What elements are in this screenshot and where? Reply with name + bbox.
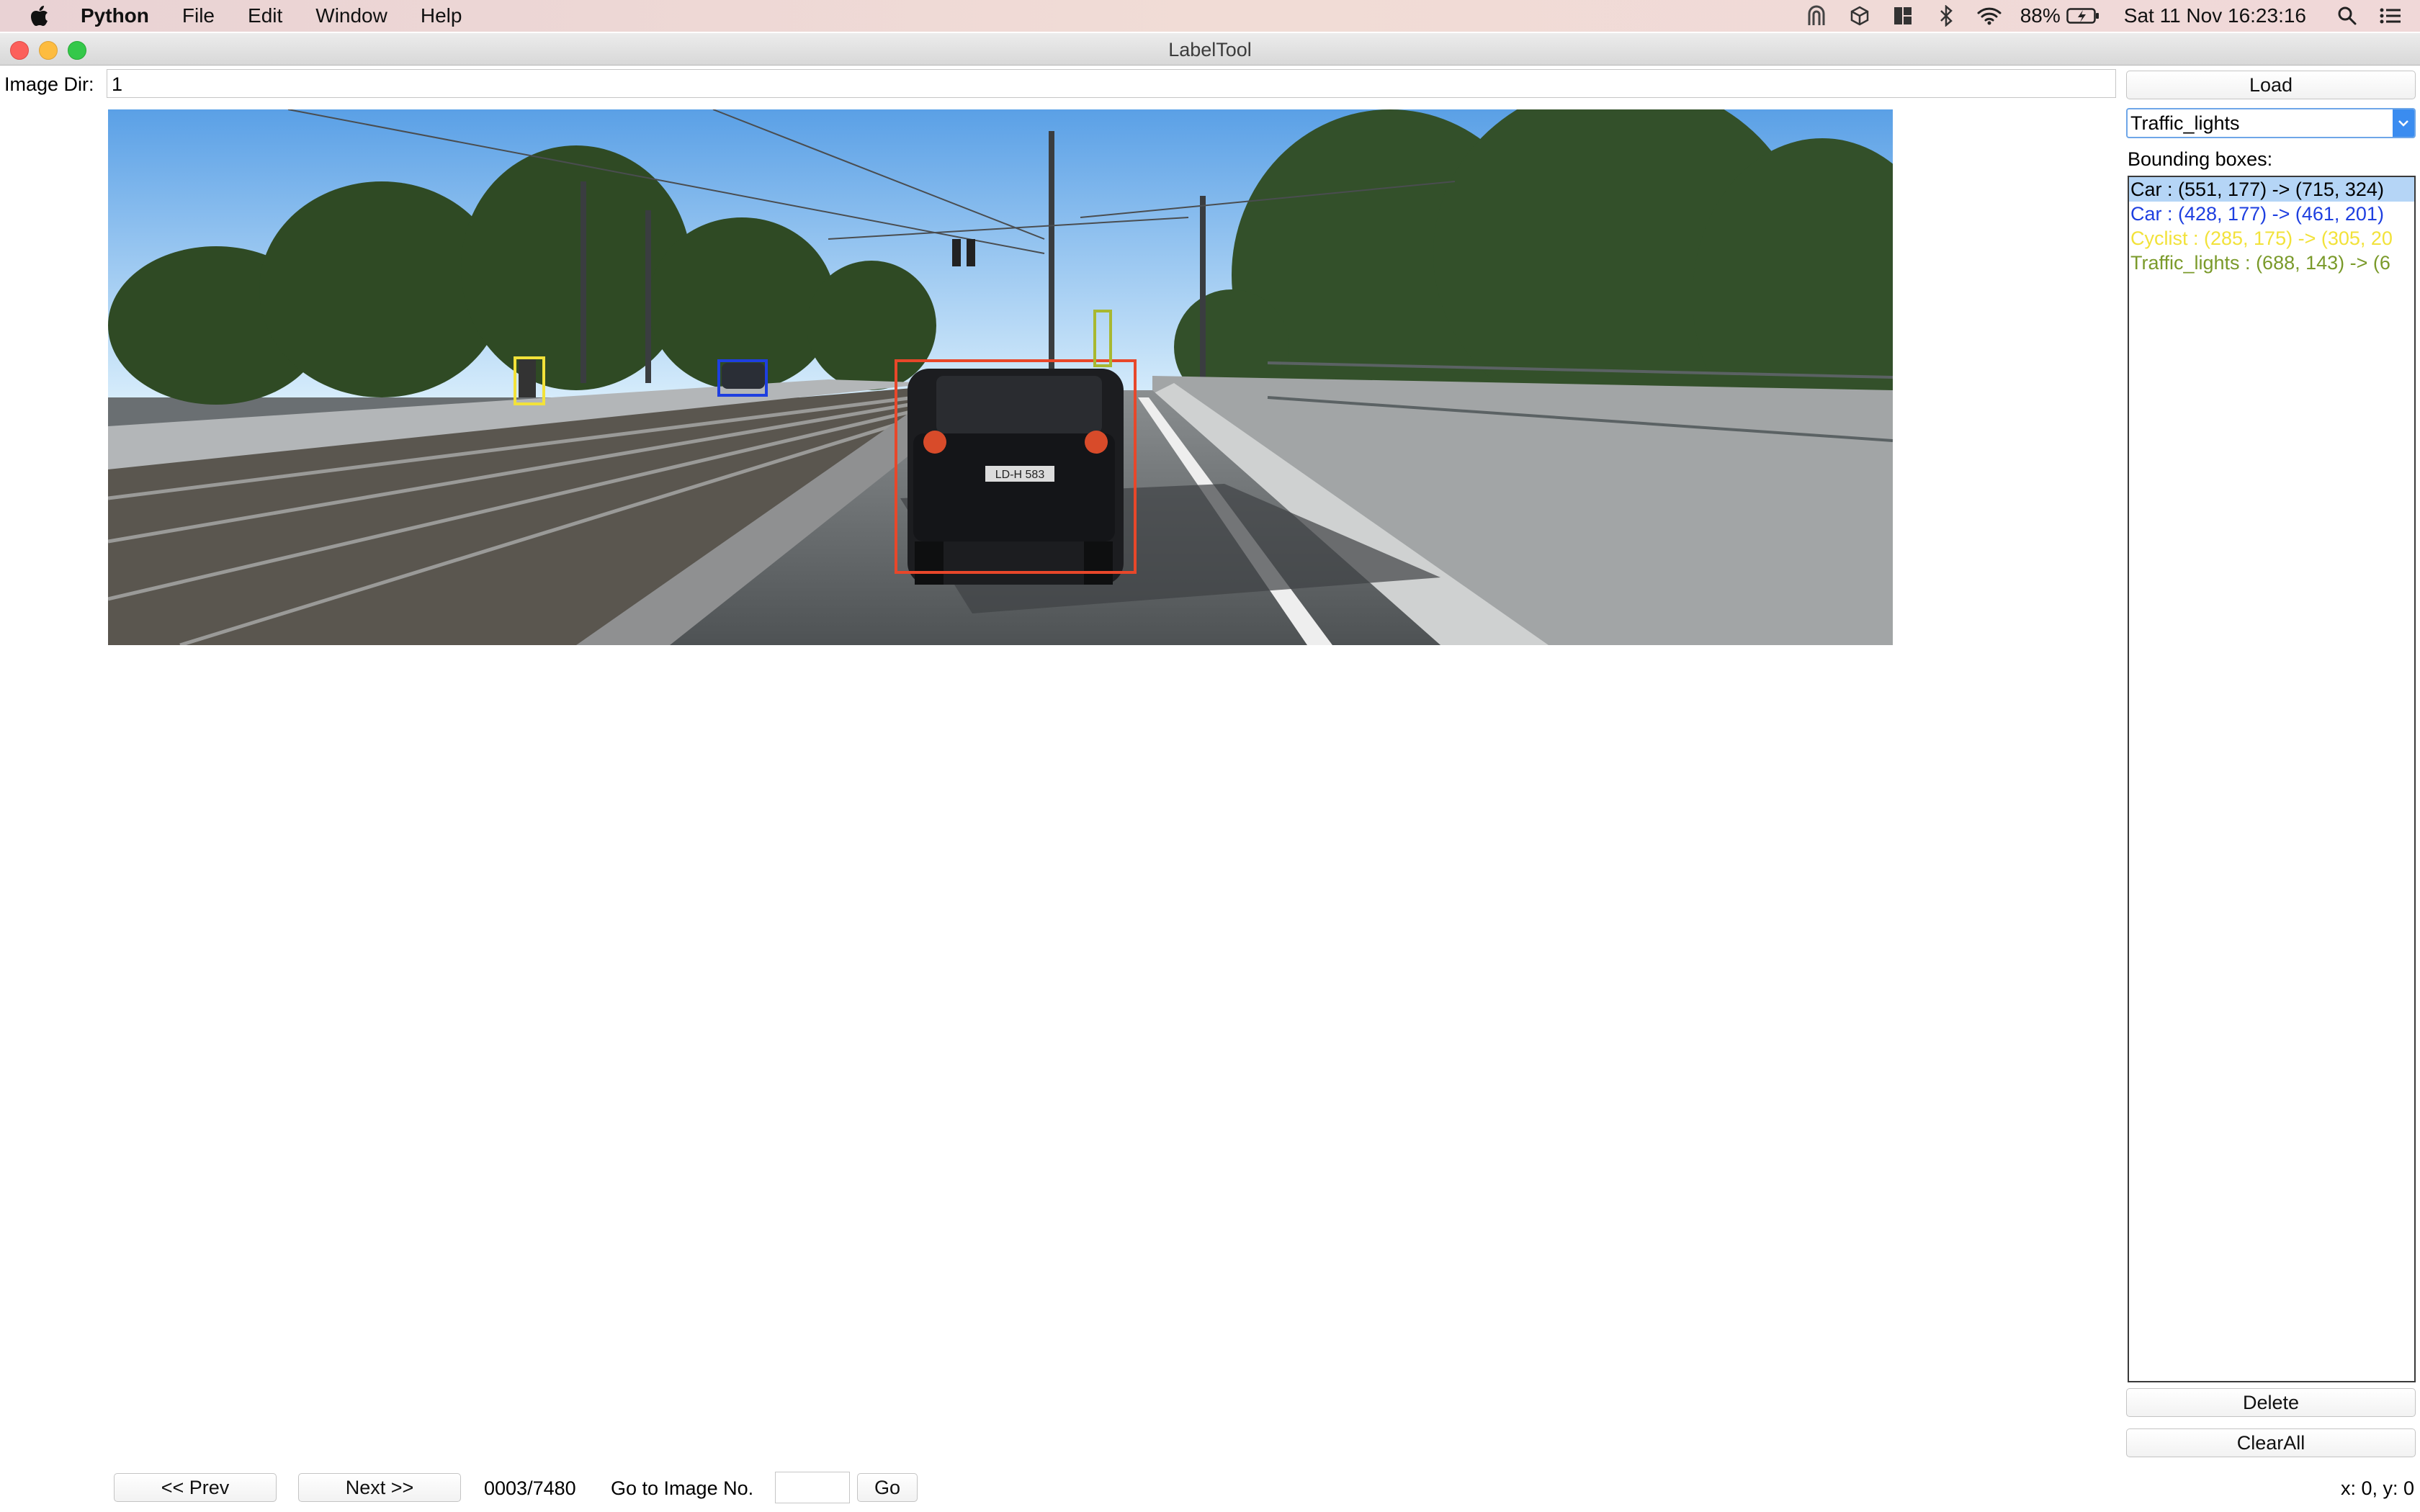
next-button[interactable]: Next >>	[298, 1473, 461, 1502]
prev-button[interactable]: << Prev	[114, 1473, 277, 1502]
window-title: LabelTool	[1168, 39, 1252, 60]
menu-edit[interactable]: Edit	[248, 4, 282, 27]
image-dir-input[interactable]: 1	[107, 69, 2116, 98]
layout-icon[interactable]	[1891, 4, 1915, 28]
search-icon[interactable]	[2335, 4, 2360, 28]
wifi-icon[interactable]	[1977, 4, 2002, 28]
battery-percent: 88%	[2020, 4, 2061, 27]
cursor-coordinates: x: 0, y: 0	[2340, 1477, 2414, 1499]
menu-app-python[interactable]: Python	[81, 4, 149, 27]
image-counter: 0003/7480	[484, 1477, 576, 1499]
box-icon[interactable]	[1847, 4, 1872, 28]
airdrop-icon[interactable]	[1804, 4, 1829, 28]
menu-bar: Python File Edit Window Help 88% Sat 11 …	[0, 0, 2420, 32]
delete-button[interactable]: Delete	[2126, 1388, 2416, 1417]
menu-help[interactable]: Help	[421, 4, 462, 27]
go-button[interactable]: Go	[857, 1473, 918, 1502]
bbox-list-item[interactable]: Traffic_lights : (688, 143) -> (6	[2129, 251, 2414, 275]
clock[interactable]: Sat 11 Nov 16:23:16	[2124, 4, 2306, 27]
list-icon[interactable]	[2378, 4, 2403, 28]
window-titlebar: LabelTool	[0, 33, 2420, 66]
goto-label: Go to Image No.	[611, 1477, 754, 1499]
bbox-list-item[interactable]: Car : (551, 177) -> (715, 324)	[2129, 177, 2414, 202]
license-plate-text: LD‑H 583	[995, 469, 1045, 481]
menu-window[interactable]: Window	[315, 4, 387, 27]
image-dir-label: Image Dir:	[4, 73, 94, 95]
bounding-box-list[interactable]: Car : (551, 177) -> (715, 324) Car : (42…	[2128, 176, 2416, 1382]
load-button[interactable]: Load	[2126, 71, 2416, 99]
clear-all-button[interactable]: ClearAll	[2126, 1428, 2416, 1457]
status-area: 88% Sat 11 Nov 16:23:16	[1804, 0, 2420, 32]
goto-image-input[interactable]	[775, 1472, 850, 1503]
class-select[interactable]: Traffic_lights	[2126, 108, 2416, 138]
battery-icon[interactable]	[2066, 4, 2099, 28]
menu-file[interactable]: File	[182, 4, 215, 27]
apple-icon[interactable]	[29, 4, 50, 28]
bbox-list-item[interactable]: Cyclist : (285, 175) -> (305, 20	[2129, 226, 2414, 251]
class-select-value: Traffic_lights	[2130, 112, 2240, 134]
image-canvas[interactable]: LD‑H 583	[108, 109, 1893, 645]
bbox-list-item[interactable]: Car : (428, 177) -> (461, 201)	[2129, 202, 2414, 226]
chevron-down-icon[interactable]	[2393, 109, 2414, 137]
bluetooth-icon[interactable]	[1934, 4, 1958, 28]
bounding-boxes-label: Bounding boxes:	[2128, 148, 2273, 170]
